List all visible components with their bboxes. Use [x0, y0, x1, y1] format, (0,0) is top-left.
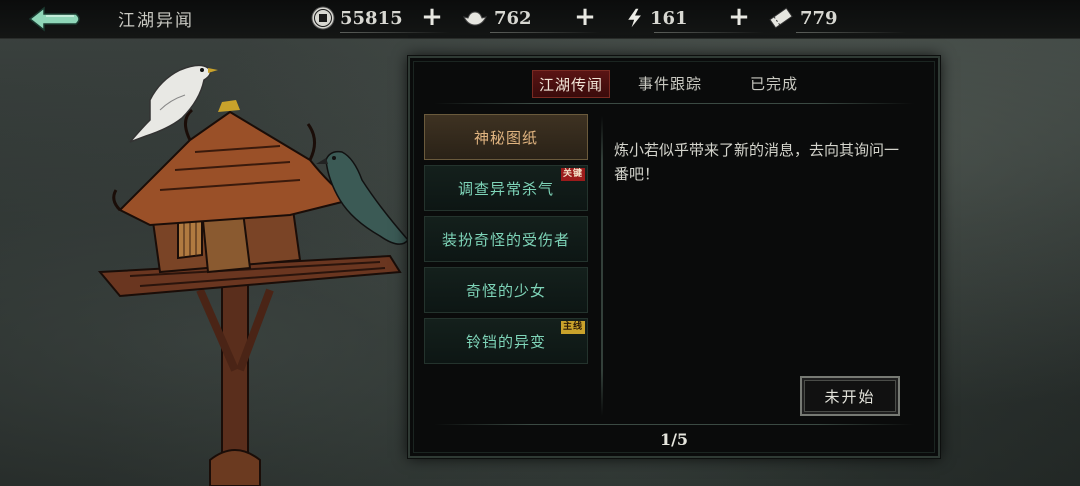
event-item-strange-girl[interactable]: 奇怪的少女	[424, 267, 588, 313]
tab-rumors[interactable]: 江湖传闻	[532, 70, 611, 98]
event-label: 铃铛的异变	[465, 332, 546, 351]
tab-bar: 江湖传闻 事件跟踪 已完成	[410, 58, 938, 104]
tab-divider	[434, 103, 914, 104]
silver-counter: 762	[460, 3, 600, 33]
event-label: 奇怪的少女	[465, 281, 546, 300]
event-item-bell-anomaly[interactable]: 铃铛的异变 主线	[424, 318, 588, 364]
main-quest-badge: 主线	[560, 321, 585, 334]
event-label: 装扮奇怪的受伤者	[441, 230, 570, 249]
coin-counter: 55815	[310, 3, 450, 33]
ticket-counter: 779	[766, 3, 906, 33]
game-screen: 江湖异闻 55815 + 762 + 161 + 779 江湖传闻 事件跟踪 已…	[0, 0, 1080, 486]
event-item-disguise-injured[interactable]: 装扮奇怪的受伤者	[424, 216, 588, 262]
coin-icon	[311, 6, 335, 30]
page-title: 江湖异闻	[118, 11, 194, 31]
event-description: 炼小若似乎带来了新的消息，去向其询问一番吧！	[614, 141, 900, 183]
back-arrow-icon[interactable]	[24, 4, 84, 34]
add-silver-button[interactable]: +	[574, 4, 596, 30]
footer-divider	[434, 424, 914, 425]
event-label: 神秘图纸	[473, 128, 538, 147]
ticket-value: 779	[800, 7, 838, 29]
tab-event-tracking[interactable]: 事件跟踪	[638, 70, 702, 96]
rumor-panel: 江湖传闻 事件跟踪 已完成 神秘图纸 调查异常杀气 关键 装扮奇怪的受伤者 奇怪…	[408, 56, 940, 458]
add-energy-button[interactable]: +	[728, 4, 750, 30]
tab-completed[interactable]: 已完成	[750, 70, 798, 96]
not-started-button[interactable]: 未开始	[800, 376, 900, 416]
energy-counter: 161	[624, 3, 764, 33]
event-item-mysterious-blueprint[interactable]: 神秘图纸	[424, 114, 588, 160]
coin-value: 55815	[340, 7, 403, 29]
silver-ingot-icon	[463, 11, 487, 26]
event-item-investigate-killing-intent[interactable]: 调查异常杀气 关键	[424, 165, 588, 211]
page-indicator: 1/5	[659, 430, 689, 449]
lightning-icon	[628, 8, 641, 28]
ticket-icon	[769, 7, 793, 29]
silver-value: 762	[494, 7, 532, 29]
key-badge: 关键	[560, 168, 585, 181]
top-bar: 江湖异闻 55815 + 762 + 161 + 779	[0, 0, 1080, 39]
add-coin-button[interactable]: +	[421, 4, 443, 30]
panel-divider	[601, 116, 603, 416]
energy-value: 161	[650, 7, 688, 29]
event-label: 调查异常杀气	[457, 179, 554, 198]
pigeon-house-illustration	[97, 64, 409, 486]
